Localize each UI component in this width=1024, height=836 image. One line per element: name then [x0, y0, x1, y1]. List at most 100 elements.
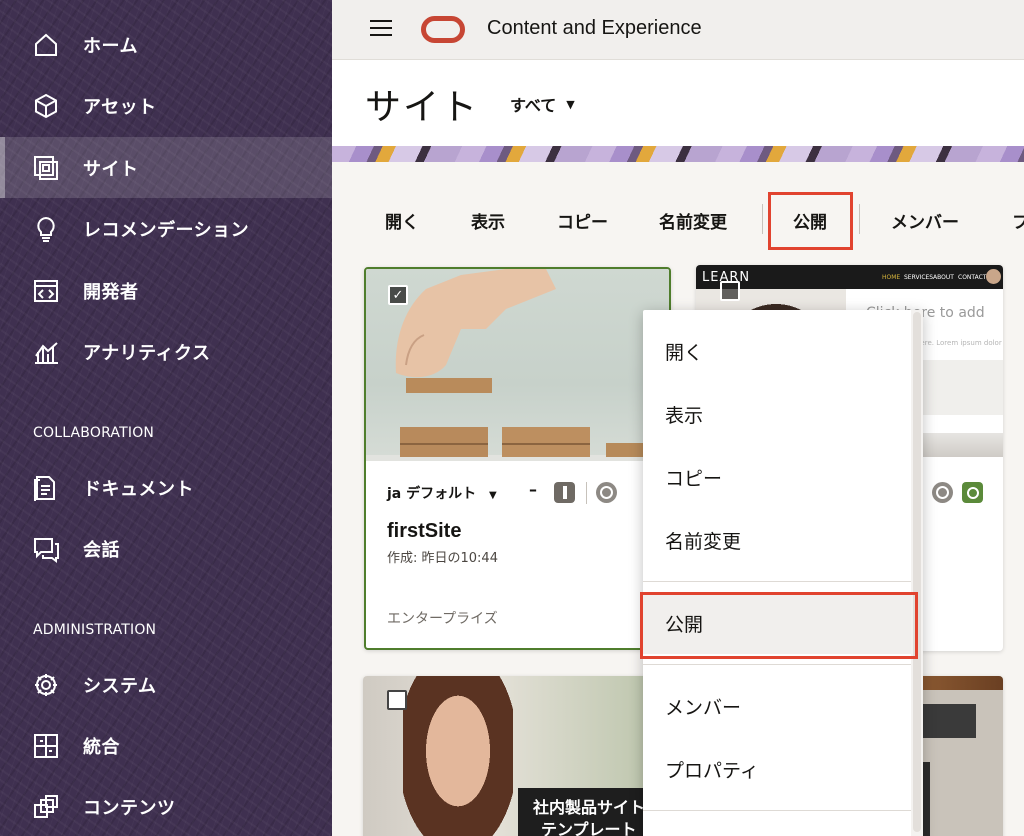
site-type-label: エンタープライズ [387, 611, 498, 627]
sidebar-item-conversations[interactable]: 会話 [0, 518, 332, 579]
gear-icon [31, 670, 61, 700]
publish-menu-item-highlight [640, 592, 918, 659]
sidebar-item-label: 開発者 [83, 281, 139, 303]
sidebar-item-label: レコメンデーション [83, 219, 250, 241]
preview-block [916, 360, 1003, 415]
preview-nav-about: ABOUT [933, 274, 954, 281]
menu-separator [643, 664, 911, 665]
cube-icon [31, 91, 61, 121]
preview-nav-contact: CONTACT [958, 274, 987, 281]
site-card-product-template[interactable]: 社内製品サイト テンプレート [363, 676, 671, 836]
members-button[interactable]: メンバー [891, 208, 959, 233]
chevron-down-icon: ▼ [489, 490, 497, 501]
sidebar-item-label: ホーム [83, 35, 138, 57]
site-select-checkbox[interactable] [387, 690, 407, 710]
site-card-firstsite[interactable]: ✓ ja デフォルト ▼ – firstSite 作成: 昨日の10:44 エン… [364, 267, 671, 650]
sidebar-item-label: コンテンツ [83, 797, 176, 819]
sidebar-item-analytics[interactable]: アナリティクス [0, 321, 332, 382]
chevron-down-icon: ▼ [566, 97, 575, 111]
analytics-icon [31, 337, 61, 367]
sidebar-item-label: 会話 [83, 539, 120, 561]
menu-item-members[interactable]: メンバー [643, 675, 911, 737]
sidebar-item-label: システム [83, 675, 157, 697]
menu-item-view[interactable]: 表示 [643, 383, 911, 445]
menu-item-open[interactable]: 開く [643, 320, 911, 382]
sidebar-item-sites[interactable]: サイト [0, 137, 332, 198]
preview-woman-photo [403, 676, 513, 836]
integration-icon [31, 731, 61, 761]
sidebar-item-developer[interactable]: 開発者 [0, 260, 332, 321]
sidebar-item-assets[interactable]: アセット [0, 75, 332, 136]
site-select-checkbox[interactable] [720, 281, 740, 301]
sidebar: ホーム アセット サイト レコメンデーション 開発者 アナリティクス COLLA… [0, 0, 332, 836]
toolbar-divider [762, 204, 763, 234]
site-created-date: 作成: 昨日の10:44 [387, 551, 498, 566]
preview-overlay-title: 社内製品サイト [533, 798, 646, 817]
administration-section-label: ADMINISTRATION [33, 622, 157, 638]
view-button[interactable]: 表示 [471, 208, 505, 233]
menu-item-properties[interactable]: プロパティ [643, 738, 911, 800]
sidebar-item-recommendations[interactable]: レコメンデーション [0, 198, 332, 259]
online-status-icon [596, 482, 617, 503]
page-title: サイト [365, 87, 480, 128]
scrollbar-thumb[interactable] [913, 312, 921, 832]
sidebar-item-system[interactable]: システム [0, 654, 332, 715]
lightbulb-icon [31, 214, 61, 244]
sidebar-item-label: アセット [83, 96, 157, 118]
sidebar-item-integrations[interactable]: 統合 [0, 715, 332, 776]
site-filter-dropdown[interactable]: すべて ▼ [510, 92, 575, 116]
oracle-logo [421, 16, 465, 43]
site-thumbnail [366, 269, 669, 461]
preview-overlay-subtitle: テンプレート [541, 820, 637, 836]
site-select-checkbox[interactable]: ✓ [388, 285, 408, 305]
wooden-blocks-image [366, 269, 669, 461]
language-dropdown[interactable]: ja デフォルト ▼ [387, 483, 497, 503]
content-icon [31, 792, 61, 822]
sidebar-item-label: アナリティクス [83, 342, 211, 364]
preview-block [922, 762, 930, 836]
hamburger-menu-icon[interactable] [370, 20, 392, 38]
published-status-icon [554, 482, 575, 503]
preview-nav-home: HOME [882, 274, 901, 281]
preview-body: here. Lorem ipsum dolor [916, 339, 1002, 347]
app-title: Content and Experience [487, 17, 702, 39]
menu-scrollbar[interactable] [911, 310, 923, 836]
preview-block [916, 433, 1003, 457]
sidebar-item-home[interactable]: ホーム [0, 14, 332, 75]
sidebar-item-label: サイト [83, 158, 139, 180]
menu-separator [643, 581, 911, 582]
menu-item-copy[interactable]: コピー [643, 446, 911, 508]
sidebar-item-documents[interactable]: ドキュメント [0, 457, 332, 518]
menu-separator [643, 810, 911, 811]
open-button[interactable]: 開く [385, 208, 419, 233]
code-window-icon [31, 276, 61, 306]
site-name[interactable]: firstSite [387, 520, 461, 543]
page-header: サイト すべて ▼ [332, 60, 1024, 146]
status-divider [586, 482, 587, 504]
rename-button[interactable]: 名前変更 [659, 208, 727, 233]
sites-icon [31, 153, 61, 183]
publish-button-highlight [768, 192, 853, 250]
menu-item-rename[interactable]: 名前変更 [643, 509, 911, 571]
action-toolbar: 開く 表示 コピー 名前変更 公開 メンバー フ [332, 190, 1024, 250]
app-header: Content and Experience [332, 0, 1024, 60]
more-actions-button[interactable]: フ [1012, 208, 1024, 233]
copy-button[interactable]: コピー [557, 208, 608, 233]
live-status-icon [962, 482, 983, 503]
decorative-banner [332, 146, 1024, 162]
preview-avatar [986, 269, 1001, 284]
site-thumbnail: 社内製品サイト テンプレート [363, 676, 671, 836]
site-context-menu: 開く 表示 コピー 名前変更 公開 メンバー プロパティ [643, 310, 923, 836]
sidebar-item-content[interactable]: コンテンツ [0, 776, 332, 836]
toolbar-divider [859, 204, 860, 234]
language-label: ja デフォルト [387, 486, 477, 502]
preview-nav-services: SERVICES [904, 274, 934, 281]
filter-label: すべて [510, 96, 557, 115]
sidebar-item-label: 統合 [83, 736, 120, 758]
sidebar-item-label: ドキュメント [83, 478, 194, 500]
conversation-icon [31, 534, 61, 564]
status-dash: – [529, 480, 537, 499]
online-status-icon [932, 482, 953, 503]
documents-icon [31, 473, 61, 503]
preview-block [916, 704, 976, 738]
